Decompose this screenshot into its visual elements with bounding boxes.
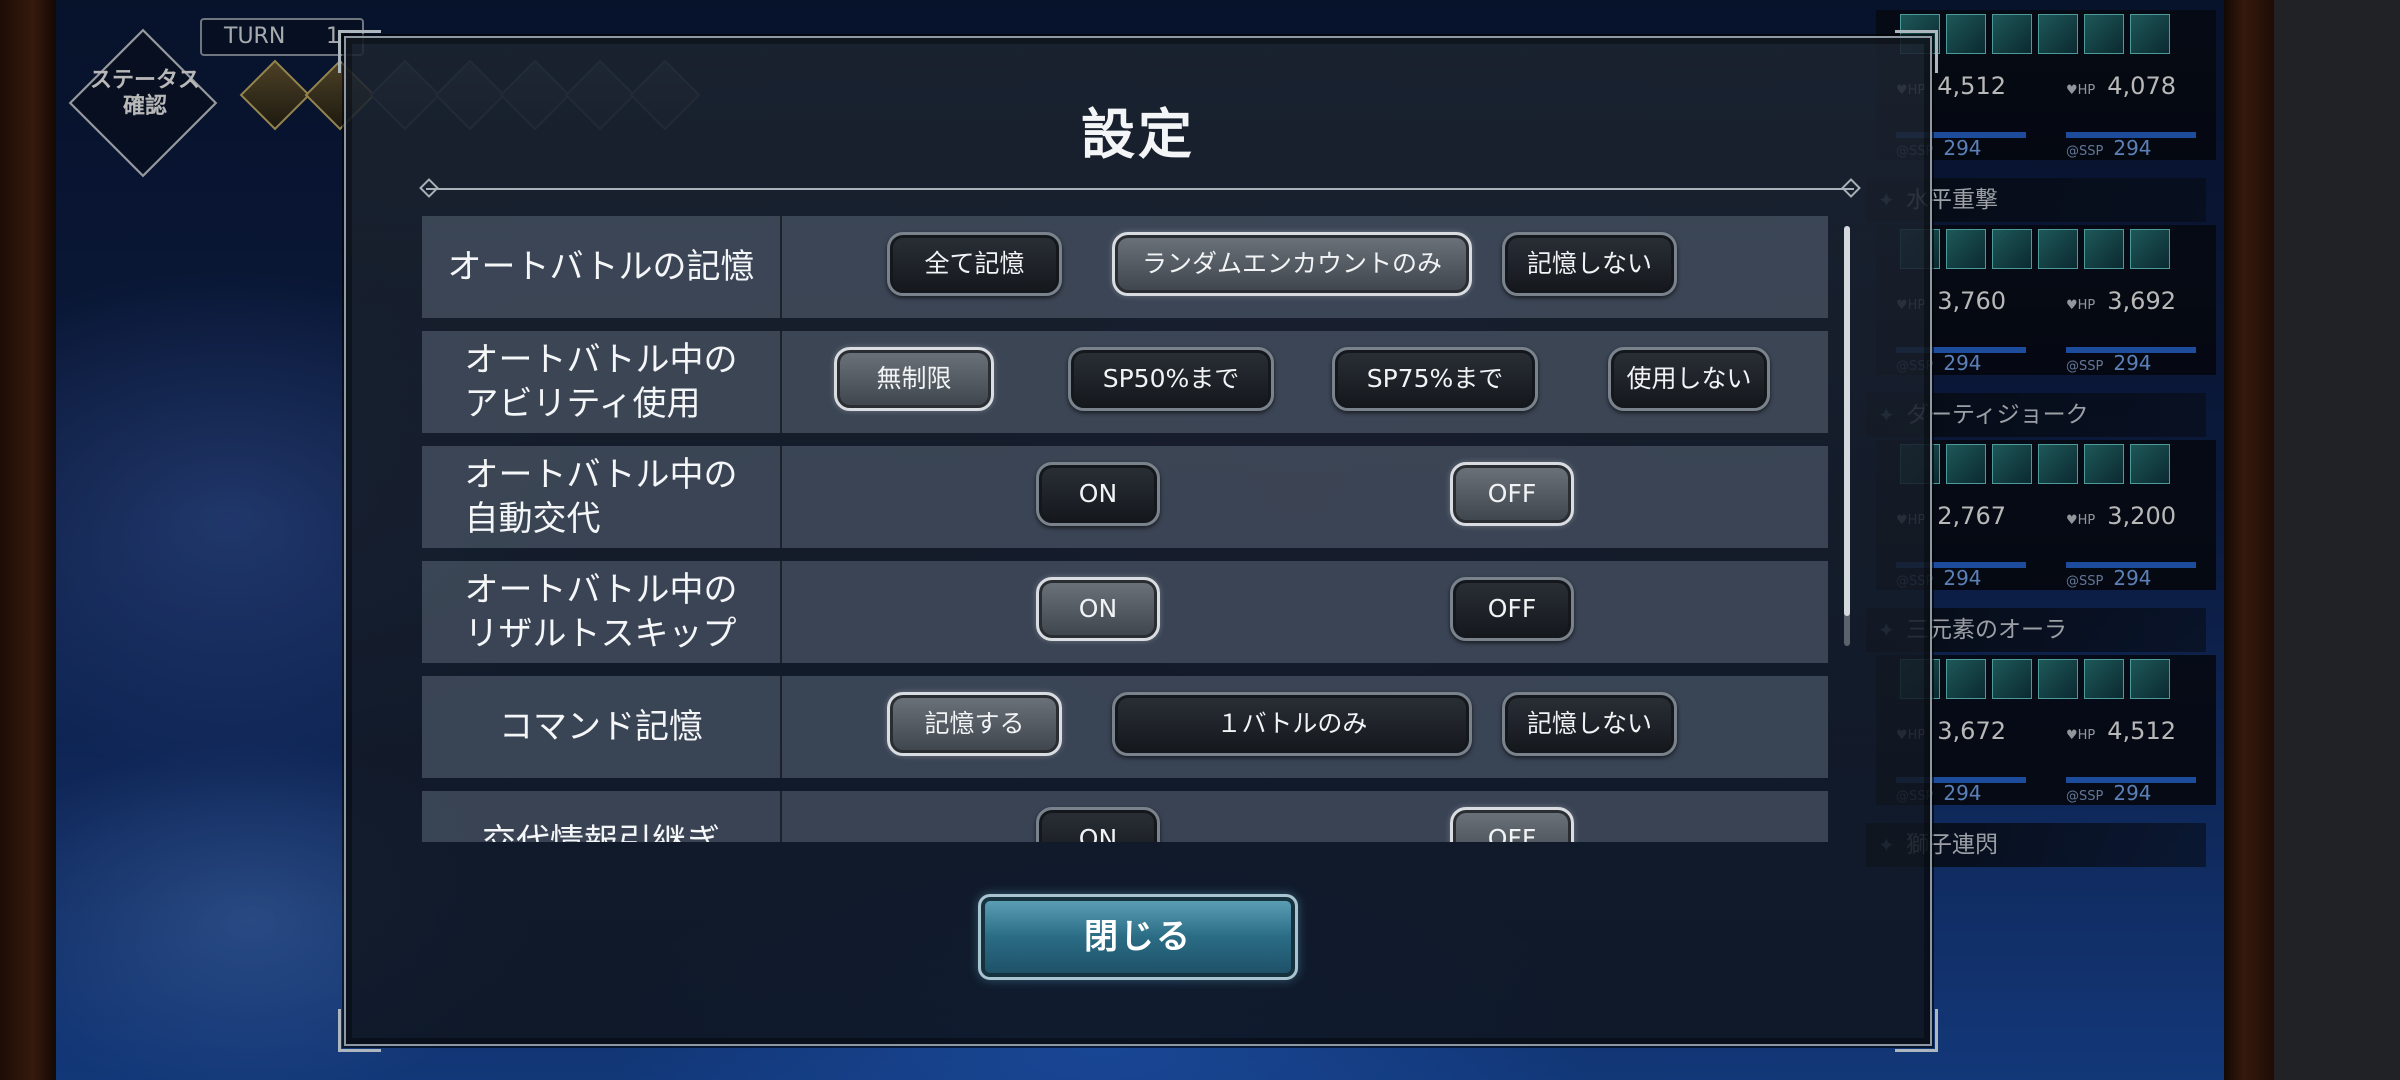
setting-option-button[interactable]: ON bbox=[1036, 807, 1160, 842]
setting-option-button[interactable]: OFF bbox=[1450, 807, 1574, 842]
close-button[interactable]: 閉じる bbox=[978, 894, 1298, 980]
setting-label: オートバトルの記憶 bbox=[422, 216, 782, 318]
setting-row: 交代情報引継ぎ ON OFF bbox=[422, 791, 1828, 842]
setting-row: オートバトルの記憶 全て記憶 ランダムエンカウントのみ 記憶しない bbox=[422, 216, 1828, 318]
settings-scrollbar[interactable] bbox=[1844, 226, 1850, 646]
dialog-corner-ornament bbox=[338, 1009, 381, 1052]
setting-label: オートバトル中の リザルトスキップ bbox=[422, 561, 782, 663]
setting-option-button[interactable]: 全て記憶 bbox=[887, 232, 1062, 296]
dialog-corner-ornament bbox=[1895, 1009, 1938, 1052]
device-side-bar bbox=[2274, 0, 2400, 1080]
setting-option-button[interactable]: 使用しない bbox=[1608, 347, 1770, 411]
divider-diamond-icon bbox=[419, 178, 439, 198]
setting-label: 交代情報引継ぎ bbox=[422, 791, 782, 842]
scrollbar-thumb[interactable] bbox=[1844, 226, 1850, 616]
setting-option-button[interactable]: 記憶しない bbox=[1502, 692, 1677, 756]
setting-option-button[interactable]: 記憶する bbox=[887, 692, 1062, 756]
setting-option-button[interactable]: SP50%まで bbox=[1068, 347, 1274, 411]
setting-option-button[interactable]: １バトルのみ bbox=[1112, 692, 1472, 756]
dialog-corner-ornament bbox=[1895, 30, 1938, 73]
dialog-title: 設定 bbox=[1081, 103, 1195, 166]
title-divider bbox=[419, 178, 1861, 198]
setting-label: オートバトル中の アビリティ使用 bbox=[422, 331, 782, 433]
settings-list[interactable]: オートバトルの記憶 全て記憶 ランダムエンカウントのみ 記憶しない オートバトル中の ア… bbox=[422, 216, 1828, 842]
setting-option-button[interactable]: OFF bbox=[1450, 577, 1574, 641]
setting-option-button[interactable]: ON bbox=[1036, 462, 1160, 526]
setting-label: コマンド記憶 bbox=[422, 676, 782, 778]
divider-diamond-icon bbox=[1841, 178, 1861, 198]
setting-label: オートバトル中の 自動交代 bbox=[422, 446, 782, 548]
settings-dialog: 設定 オートバトルの記憶 全て記憶 ランダムエンカウントのみ 記憶しない オートバトル中… bbox=[338, 30, 1938, 1052]
setting-option-button[interactable]: 記憶しない bbox=[1502, 232, 1677, 296]
setting-row: オートバトル中の リザルトスキップ ON OFF bbox=[422, 561, 1828, 663]
setting-row: オートバトル中の 自動交代 ON OFF bbox=[422, 446, 1828, 548]
setting-option-button[interactable]: ランダムエンカウントのみ bbox=[1112, 232, 1472, 296]
dialog-corner-ornament bbox=[338, 30, 381, 73]
setting-row: コマンド記憶 記憶する １バトルのみ 記憶しない bbox=[422, 676, 1828, 778]
setting-option-button[interactable]: 無制限 bbox=[834, 347, 994, 411]
setting-option-button[interactable]: ON bbox=[1036, 577, 1160, 641]
setting-row: オートバトル中の アビリティ使用 無制限 SP50%まで SP75%まで 使用しない bbox=[422, 331, 1828, 433]
setting-option-button[interactable]: OFF bbox=[1450, 462, 1574, 526]
setting-option-button[interactable]: SP75%まで bbox=[1332, 347, 1538, 411]
